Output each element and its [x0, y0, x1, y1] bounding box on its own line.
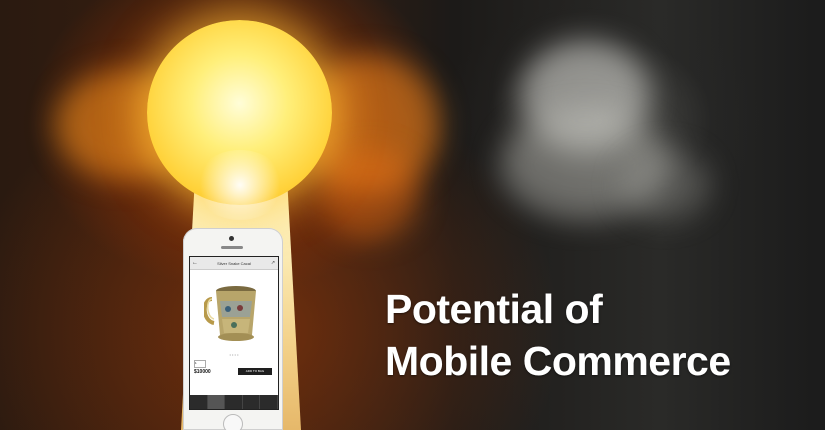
phone-camera	[229, 236, 234, 241]
app-product-title: Silver Snake Cacal	[217, 260, 251, 266]
headline: Potential of Mobile Commerce	[385, 283, 731, 387]
headline-line-1: Potential of	[385, 286, 603, 332]
tab-home-icon	[190, 395, 208, 409]
fire-cloud-low	[320, 150, 420, 240]
phone-screen: ← Silver Snake Cacal ↗ • • • • 1 $10000 …	[189, 256, 279, 410]
tab-shop-icon	[207, 395, 226, 409]
back-arrow-icon: ←	[192, 260, 198, 266]
smartphone: ← Silver Snake Cacal ↗ • • • • 1 $10000 …	[183, 228, 283, 430]
phone-speaker	[221, 246, 243, 249]
share-icon: ↗	[270, 260, 276, 266]
add-to-bag-button: ADD TO BAG	[238, 368, 272, 375]
app-tabbar	[190, 395, 278, 409]
tea-glass-holder-image	[204, 286, 256, 341]
tab-more-icon	[260, 395, 278, 409]
quantity-field: 1	[194, 360, 206, 368]
smoke-cloud-3	[620, 150, 710, 220]
product-price: $10000	[194, 369, 211, 375]
headline-line-2: Mobile Commerce	[385, 338, 731, 384]
tab-bag-icon	[243, 395, 261, 409]
phone-home-button	[223, 414, 243, 430]
tab-wish-icon	[225, 395, 243, 409]
image-pager-dots: • • • •	[229, 352, 239, 357]
hero-banner: ← Silver Snake Cacal ↗ • • • • 1 $10000 …	[0, 0, 825, 430]
app-topbar: ← Silver Snake Cacal ↗	[190, 257, 278, 270]
keyhole-glow	[195, 150, 285, 220]
